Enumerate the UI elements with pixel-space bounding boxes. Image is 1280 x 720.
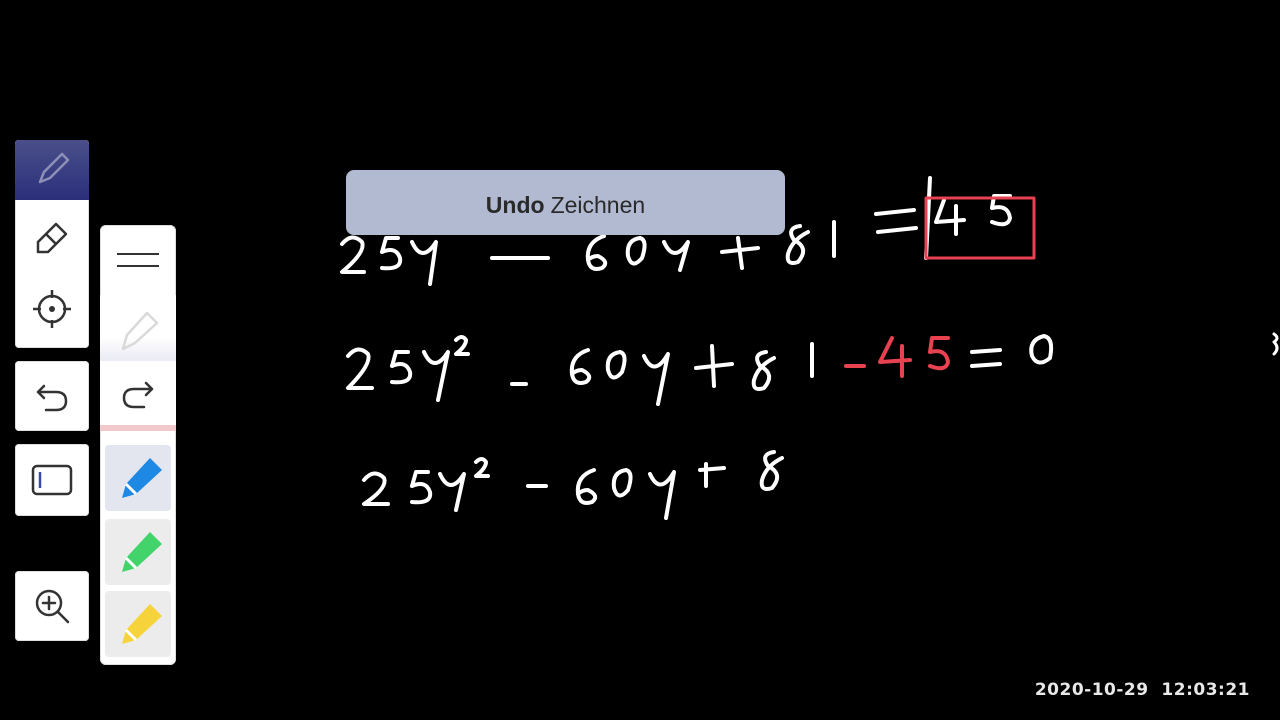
undo-toast[interactable]: Undo Zeichnen (346, 170, 785, 235)
yellow-marker-icon (122, 604, 162, 644)
zoom-in-button[interactable] (15, 571, 89, 641)
pen-tool-button[interactable] (15, 140, 89, 200)
crosshair-icon (33, 290, 71, 328)
blue-marker-icon (122, 458, 162, 498)
whiteboard-app: Undo Zeichnen 2020-10-29 12:03:21 (0, 0, 1280, 720)
eraser-icon (36, 222, 68, 254)
pen-style-option[interactable] (100, 295, 176, 365)
pen-nib-icon (121, 311, 159, 351)
green-marker-icon (122, 532, 162, 572)
undo-button[interactable] (15, 361, 89, 431)
eraser-tool-button[interactable] (15, 204, 89, 268)
redo-button[interactable] (100, 361, 176, 431)
blue-pen-swatch[interactable] (105, 445, 171, 511)
stroke-width-option[interactable] (100, 225, 176, 295)
redo-icon (122, 381, 154, 409)
equation-line-2 (346, 334, 1054, 406)
toast-undo-action[interactable]: Undo (486, 192, 545, 219)
toast-message: Zeichnen (550, 192, 646, 218)
green-pen-swatch[interactable] (105, 519, 171, 585)
equation-line-3 (362, 450, 784, 520)
stroke-width-icon (117, 253, 159, 267)
timestamp: 2020-10-29 12:03:21 (1034, 680, 1250, 700)
pen-options-panel (100, 225, 176, 665)
pencil-icon (38, 152, 70, 184)
text-box-icon (31, 464, 73, 496)
undo-tool-group (15, 361, 89, 431)
zoom-in-icon (35, 589, 70, 624)
drawing-canvas[interactable] (0, 0, 1280, 720)
yellow-pen-swatch[interactable] (105, 591, 171, 657)
zoom-tool-group (15, 571, 89, 641)
text-box-button[interactable] (15, 444, 89, 516)
textbox-tool-group (15, 444, 89, 516)
undo-icon (36, 384, 68, 412)
lasso-tool-button[interactable] (15, 276, 89, 342)
main-tool-group (15, 140, 89, 348)
edge-mark (1272, 332, 1279, 356)
